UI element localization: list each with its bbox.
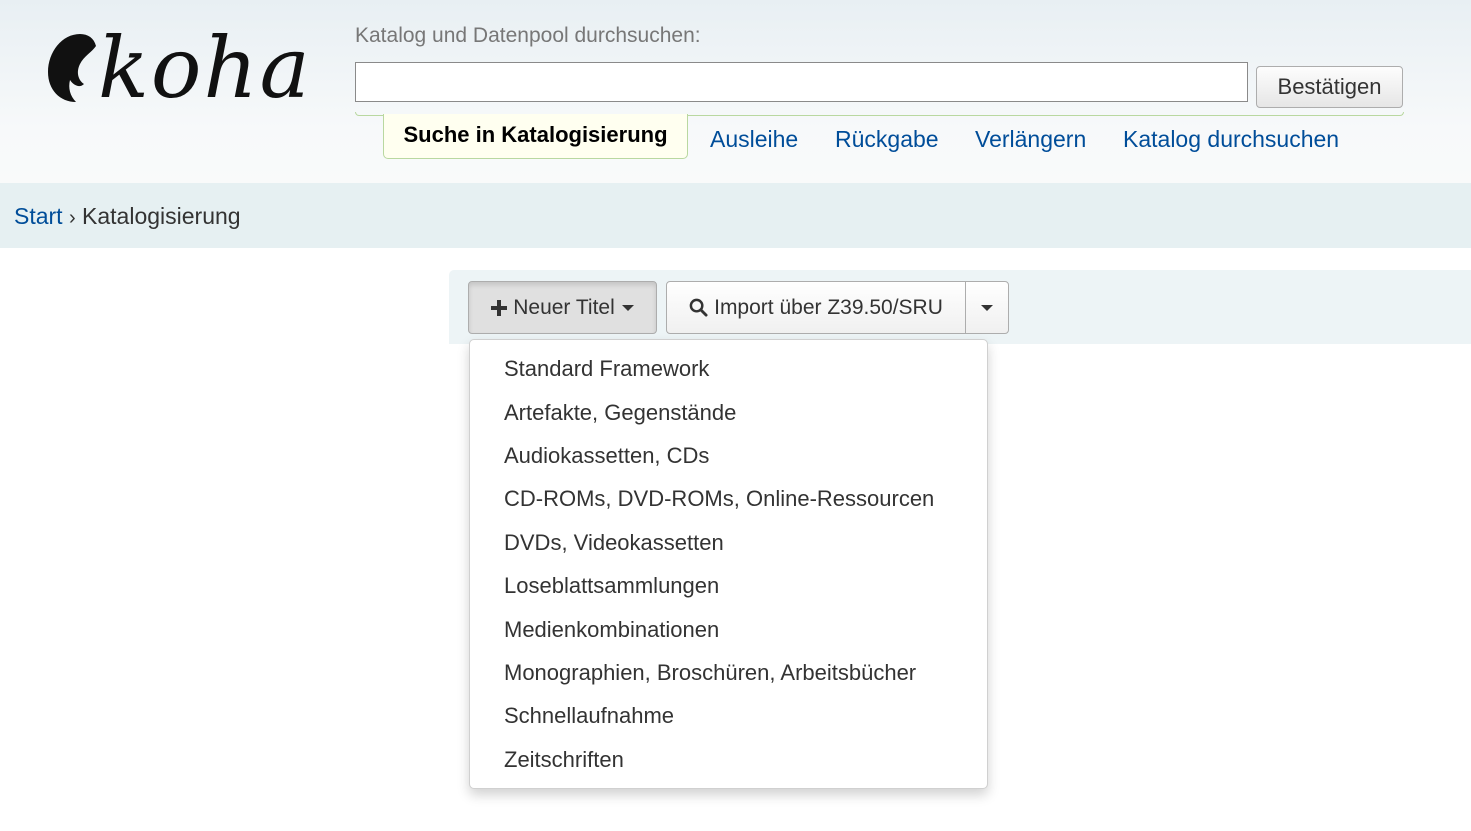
tab-checkin[interactable]: Rückgabe	[835, 126, 939, 153]
plus-icon	[491, 299, 508, 316]
new-record-button[interactable]: Neuer Titel	[468, 281, 657, 334]
koha-logo-text: koha	[98, 19, 312, 117]
breadcrumb: Start › Katalogisierung	[14, 203, 241, 230]
menu-item-monographien[interactable]: Monographien, Broschüren, Arbeitsbücher	[504, 660, 916, 686]
koha-logo-icon	[48, 34, 96, 102]
z3950-import-button[interactable]: Import über Z39.50/SRU	[666, 281, 966, 334]
breadcrumb-separator: ›	[68, 207, 76, 229]
breadcrumb-current: Katalogisierung	[82, 203, 241, 229]
z3950-import-label: Import über Z39.50/SRU	[714, 295, 943, 319]
new-record-label: Neuer Titel	[513, 295, 615, 319]
menu-item-artefakte[interactable]: Artefakte, Gegenstände	[504, 400, 736, 426]
menu-item-loseblatt[interactable]: Loseblattsammlungen	[504, 573, 719, 599]
z3950-dropdown-toggle[interactable]	[965, 281, 1009, 334]
caret-down-icon	[981, 304, 993, 311]
framework-dropdown-menu: Standard Framework Artefakte, Gegenständ…	[469, 339, 988, 789]
caret-down-icon	[621, 304, 634, 311]
menu-item-standard-framework[interactable]: Standard Framework	[504, 356, 709, 382]
search-icon	[689, 298, 708, 317]
menu-item-schnellaufnahme[interactable]: Schnellaufnahme	[504, 703, 674, 729]
tab-catalog-search[interactable]: Suche in Katalogisierung	[383, 114, 688, 159]
menu-item-audiokassetten[interactable]: Audiokassetten, CDs	[504, 443, 709, 469]
menu-item-dvds[interactable]: DVDs, Videokassetten	[504, 530, 724, 556]
menu-item-medienkombinationen[interactable]: Medienkombinationen	[504, 617, 719, 643]
menu-item-zeitschriften[interactable]: Zeitschriften	[504, 747, 624, 773]
breadcrumb-home-link[interactable]: Start	[14, 203, 63, 229]
search-label: Katalog und Datenpool durchsuchen:	[355, 24, 701, 47]
tab-renew[interactable]: Verlängern	[975, 126, 1086, 153]
submit-button[interactable]: Bestätigen	[1256, 66, 1403, 108]
menu-item-cd-roms[interactable]: CD-ROMs, DVD-ROMs, Online-Ressourcen	[504, 486, 934, 512]
search-input[interactable]	[355, 62, 1248, 102]
tab-checkout[interactable]: Ausleihe	[710, 126, 798, 153]
koha-logo[interactable]: koha	[36, 22, 310, 112]
tab-search-catalog[interactable]: Katalog durchsuchen	[1123, 126, 1339, 153]
